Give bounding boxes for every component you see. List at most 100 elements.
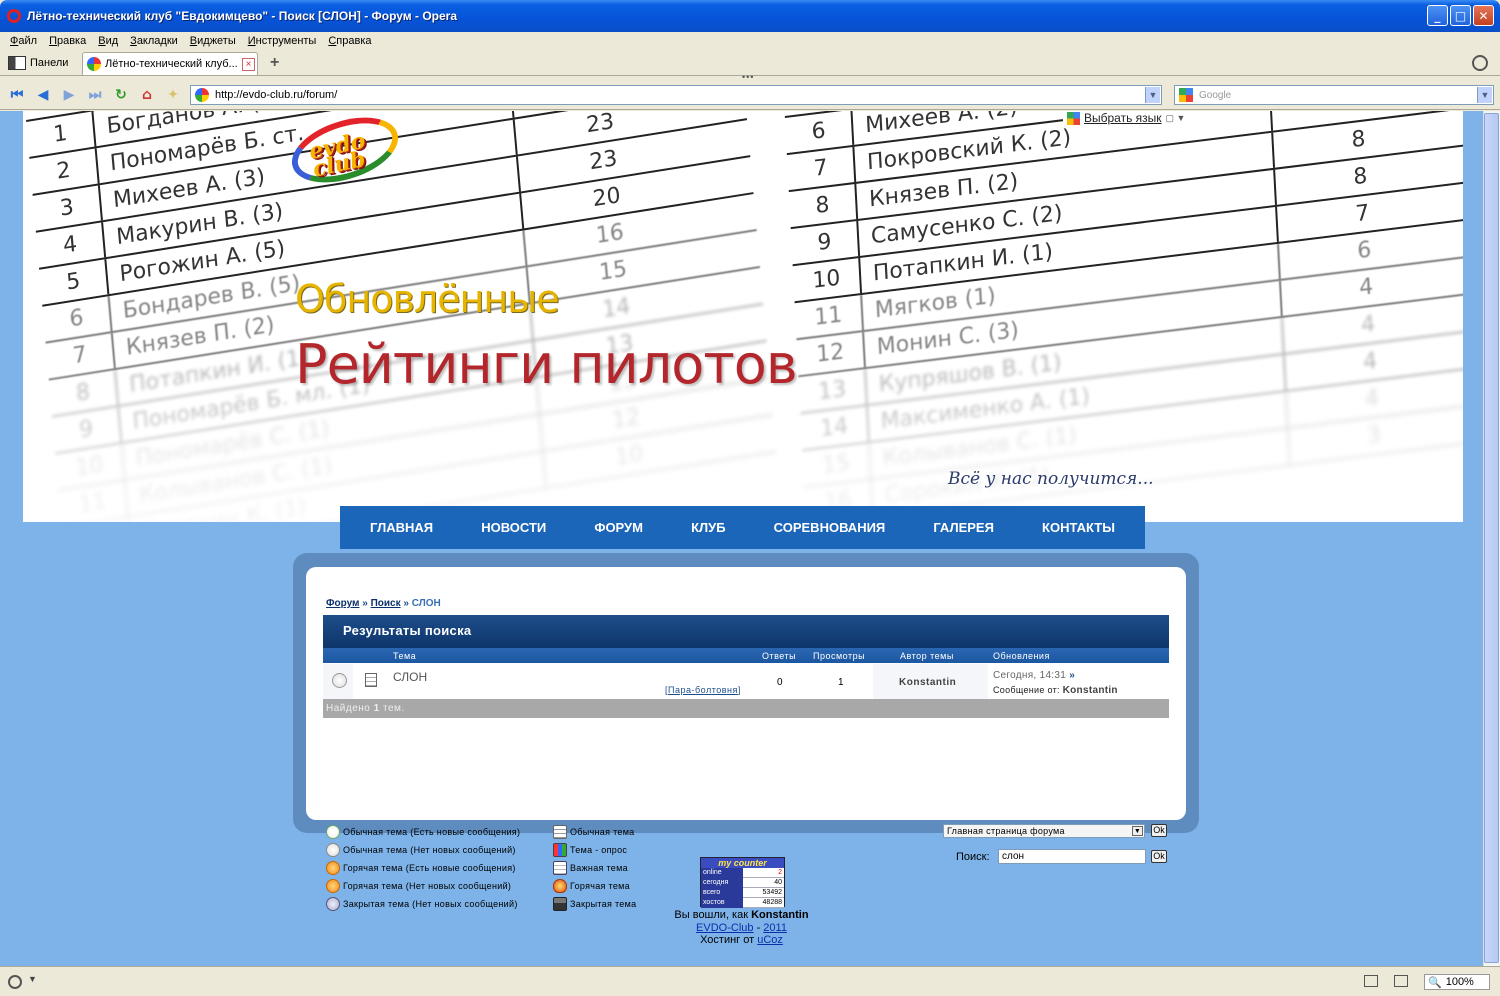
nav-competitions[interactable]: СОРЕВНОВАНИЯ <box>774 520 886 535</box>
forward-icon[interactable]: ▶ <box>60 86 78 104</box>
wand-icon[interactable]: ✦ <box>164 86 182 104</box>
menu-widgets[interactable]: Виджеты <box>190 35 236 47</box>
counter-key: хостов <box>701 898 743 908</box>
banner-slogan: Всё у нас получится... <box>948 469 1154 489</box>
fast-forward-icon[interactable]: ⏭ <box>86 86 104 104</box>
ucoz-link[interactable]: uCoz <box>757 934 783 946</box>
zoom-control[interactable]: 🔍 100% <box>1424 974 1490 990</box>
tab-title: Лётно-технический клуб... <box>105 58 238 70</box>
counter-row: сегодня 40 <box>701 878 784 888</box>
home-icon[interactable]: ⌂ <box>138 86 156 104</box>
url-field[interactable]: http://evdo-club.ru/forum/ ▼ <box>190 85 1162 105</box>
close-window-button[interactable]: ✕ <box>1473 5 1494 26</box>
regular-topic-icon <box>553 825 567 839</box>
translate-options-icon[interactable]: ▢ ▼ <box>1166 113 1186 124</box>
hot-no-new-topic-icon <box>326 879 340 893</box>
rewind-icon[interactable]: ⏮ <box>8 86 26 104</box>
topic-author[interactable]: Konstantin <box>899 677 956 688</box>
go-to-last-post-icon[interactable]: » <box>1069 670 1075 681</box>
nav-gallery[interactable]: ГАЛЕРЕЯ <box>933 520 994 535</box>
menu-help[interactable]: Справка <box>328 35 371 47</box>
reload-icon[interactable]: ↻ <box>112 86 130 104</box>
legend-label: Обычная тема (Нет новых сообщений) <box>343 845 516 855</box>
legend-label: Закрытая тема <box>570 899 637 909</box>
nav-contacts[interactable]: КОНТАКТЫ <box>1042 520 1115 535</box>
visitor-counter[interactable]: my counter online 2 сегодня 40 всего 53492 хос… <box>700 857 785 908</box>
menu-view[interactable]: Вид <box>98 35 118 47</box>
banner-subtitle: Обновлённые <box>295 277 560 321</box>
no-new-topic-icon <box>326 843 340 857</box>
breadcrumb-search[interactable]: Поиск <box>371 598 401 609</box>
back-icon[interactable]: ◀ <box>34 86 52 104</box>
tab-close-icon[interactable]: × <box>242 57 255 71</box>
forum-jump-select[interactable]: Главная страница форума ▼ <box>943 824 1145 838</box>
forum-content: Форум » Поиск » СЛОН Результаты поиска Т… <box>306 567 1186 911</box>
select-language-link[interactable]: Выбрать язык <box>1084 111 1162 125</box>
closed-tabs-trash-icon[interactable] <box>1472 55 1488 71</box>
new-tab-button[interactable]: + <box>270 54 279 72</box>
translate-widget[interactable]: Выбрать язык ▢ ▼ <box>1063 111 1190 127</box>
logged-prefix: Вы вошли, как <box>674 909 752 921</box>
search-dropdown-icon[interactable]: ▼ <box>1477 87 1492 103</box>
table-row: СЛОН [Пара-болтовня] 0 1 Konstantin Сего… <box>323 664 1169 699</box>
menu-file[interactable]: Файл <box>10 35 37 47</box>
topic-status-icon <box>332 673 347 688</box>
legend-label: Тема - опрос <box>570 845 628 855</box>
year-link[interactable]: 2011 <box>763 922 787 934</box>
new-topic-icon <box>326 825 340 839</box>
rating-position: 8 <box>788 183 859 228</box>
panels-label: Панели <box>30 57 69 69</box>
legend-item: Обычная тема (Есть новые сообщения) <box>326 823 520 841</box>
last-post-author[interactable]: Konstantin <box>1063 685 1118 696</box>
nav-club[interactable]: КЛУБ <box>691 520 726 535</box>
status-dropdown-icon[interactable]: ▼ <box>28 974 37 984</box>
menu-tools[interactable]: Инструменты <box>248 35 317 47</box>
google-icon[interactable] <box>1179 88 1193 102</box>
counter-value: 40 <box>743 878 784 888</box>
breadcrumb-forum[interactable]: Форум <box>326 598 359 609</box>
minimize-button[interactable]: _ <box>1427 5 1448 26</box>
opera-unite-icon[interactable] <box>8 975 22 989</box>
google-translate-icon <box>1067 111 1080 125</box>
last-post-label: Сообщение от: <box>993 685 1060 695</box>
counter-title: my counter <box>701 858 784 868</box>
breadcrumb: Форум » Поиск » СЛОН <box>326 598 441 609</box>
panels-icon <box>8 56 26 70</box>
url-text[interactable]: http://evdo-club.ru/forum/ <box>215 89 337 101</box>
search-ok-button[interactable]: Ok <box>1151 850 1167 863</box>
counter-row: хостов 48288 <box>701 898 784 908</box>
legend-left: Обычная тема (Есть новые сообщения) Обычн… <box>326 823 520 913</box>
topic-link[interactable]: СЛОН <box>393 670 427 684</box>
rating-position: 11 <box>794 294 864 339</box>
browser-tab[interactable]: Лётно-технический клуб... × <box>82 52 258 75</box>
legend-right: Обычная тема Тема - опрос Важная тема Горяч… <box>553 823 636 913</box>
menu-bookmarks[interactable]: Закладки <box>130 35 178 47</box>
panels-button[interactable]: Панели <box>8 53 68 73</box>
legend-item: Горячая тема <box>553 877 636 895</box>
chevron-down-icon[interactable]: ▼ <box>1132 826 1143 836</box>
forum-link[interactable]: Пара-болтовня <box>668 685 738 695</box>
counter-row: online 2 <box>701 868 784 878</box>
views-count: 1 <box>838 677 844 688</box>
view-mode-icon[interactable] <box>1394 975 1408 987</box>
jump-ok-button[interactable]: Ok <box>1151 824 1167 837</box>
nav-home[interactable]: ГЛАВНАЯ <box>370 520 433 535</box>
media-icon[interactable] <box>1364 975 1378 987</box>
evdo-club-logo[interactable]: evdo club <box>283 111 426 195</box>
url-favicon-icon <box>195 88 209 102</box>
nav-news[interactable]: НОВОСТИ <box>481 520 546 535</box>
nav-forum[interactable]: ФОРУМ <box>594 520 643 535</box>
rating-position: 7 <box>786 146 857 191</box>
forum-search-input[interactable]: слон <box>998 849 1146 864</box>
breadcrumb-sep: » <box>400 598 412 609</box>
menu-edit[interactable]: Правка <box>49 35 86 47</box>
window-title-bar[interactable]: Лётно-технический клуб "Евдокимцево" - П… <box>0 0 1500 32</box>
search-field[interactable]: Google ▼ <box>1174 85 1494 105</box>
maximize-button[interactable]: □ <box>1450 5 1471 26</box>
page-viewport: 1Кир...281Богданов А. (4)282Пономарёв Б.… <box>0 111 1483 966</box>
scrollbar-thumb[interactable] <box>1484 113 1499 963</box>
url-dropdown-icon[interactable]: ▼ <box>1145 87 1160 103</box>
site-link[interactable]: EVDO-Club <box>696 922 753 934</box>
zoom-level: 100% <box>1445 976 1474 988</box>
col-author: Автор темы <box>900 651 954 661</box>
